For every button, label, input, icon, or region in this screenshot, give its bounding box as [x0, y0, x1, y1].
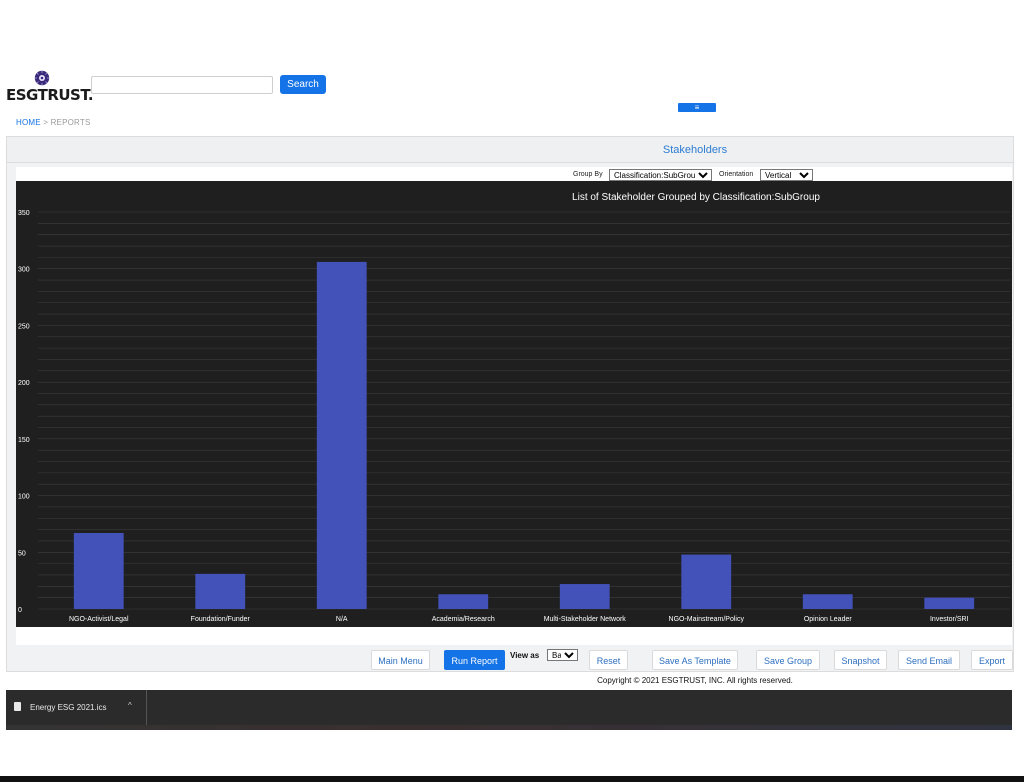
logo-wordmark: ESGTRUST. [6, 86, 94, 104]
group-by-label: Group By [573, 171, 603, 178]
taskbar-strip [6, 725, 1012, 730]
x-tick-label: N/A [336, 616, 348, 623]
screen-bottom-border [0, 776, 1024, 782]
orientation-label: Orientation [719, 171, 754, 178]
x-tick-label: NGO-Mainstream/Policy [669, 616, 745, 623]
esgtrust-logo[interactable]: ESGTRUST. [6, 70, 94, 106]
breadcrumb-separator: > [43, 118, 49, 127]
y-tick-label: 100 [18, 494, 30, 501]
downloads-bar [6, 690, 1012, 725]
chart-title: List of Stakeholder Grouped by Classific… [572, 192, 820, 203]
x-tick-label: Academia/Research [432, 616, 495, 623]
report-controls-bar [16, 167, 1012, 181]
y-tick-label: 300 [18, 267, 30, 274]
bar [438, 594, 489, 609]
chevron-up-icon[interactable]: ^ [128, 701, 132, 710]
save-group-button[interactable]: Save Group [756, 650, 820, 670]
y-tick-label: 250 [18, 323, 30, 330]
download-item[interactable]: Energy ESG 2021.ics ^ [6, 690, 147, 725]
x-tick-label: Foundation/Funder [191, 616, 251, 623]
snapshot-button[interactable]: Snapshot [834, 650, 887, 670]
bar [73, 533, 124, 609]
bar [802, 594, 853, 609]
y-tick-label: 200 [18, 380, 30, 387]
hamburger-menu-icon[interactable]: ≡ [678, 103, 716, 112]
y-tick-label: 0 [18, 607, 22, 614]
y-tick-label: 50 [18, 550, 26, 557]
run-report-button[interactable]: Run Report [444, 650, 505, 670]
x-tick-label: Investor/SRI [930, 616, 969, 623]
main-menu-button[interactable]: Main Menu [371, 650, 430, 670]
logo-emblem-icon [34, 70, 50, 86]
search-button[interactable]: Search [280, 75, 326, 94]
breadcrumb-current: REPORTS [50, 118, 91, 127]
bar [316, 261, 367, 609]
file-icon [14, 702, 21, 711]
breadcrumb-home-link[interactable]: HOME [16, 118, 41, 127]
view-as-select[interactable]: Bars [547, 649, 578, 661]
bar [195, 573, 246, 609]
bar-chart: 0 50 100 150 200 250 300 350 List of Stakeholder… [18, 192, 1010, 623]
chart-footer-space [16, 627, 1012, 645]
group-by-select[interactable]: Classification:SubGroup [609, 169, 712, 181]
orientation-select[interactable]: Vertical [760, 169, 813, 181]
view-as-label: View as [510, 651, 540, 660]
export-button[interactable]: Export [971, 650, 1013, 670]
download-file-name: Energy ESG 2021.ics [30, 703, 107, 712]
bar [559, 584, 610, 609]
x-tick-label: Multi-Stakeholder Network [544, 616, 627, 623]
send-email-button[interactable]: Send Email [898, 650, 960, 670]
bar [924, 597, 975, 609]
y-tick-label: 150 [18, 437, 30, 444]
panel-title: Stakeholders [662, 144, 728, 156]
y-tick-label: 350 [18, 210, 30, 217]
bar [681, 554, 732, 609]
chart-area: 0 50 100 150 200 250 300 350 List of Stakeholder… [16, 181, 1012, 627]
save-as-template-button[interactable]: Save As Template [652, 650, 738, 670]
search-input[interactable] [91, 76, 273, 94]
reset-button[interactable]: Reset [589, 650, 628, 670]
copyright-text: Copyright © 2021 ESGTRUST, INC. All righ… [597, 676, 793, 685]
x-tick-label: NGO-Activist/Legal [69, 616, 129, 623]
breadcrumb: HOME > REPORTS [16, 118, 91, 127]
x-tick-label: Opinion Leader [804, 616, 853, 623]
